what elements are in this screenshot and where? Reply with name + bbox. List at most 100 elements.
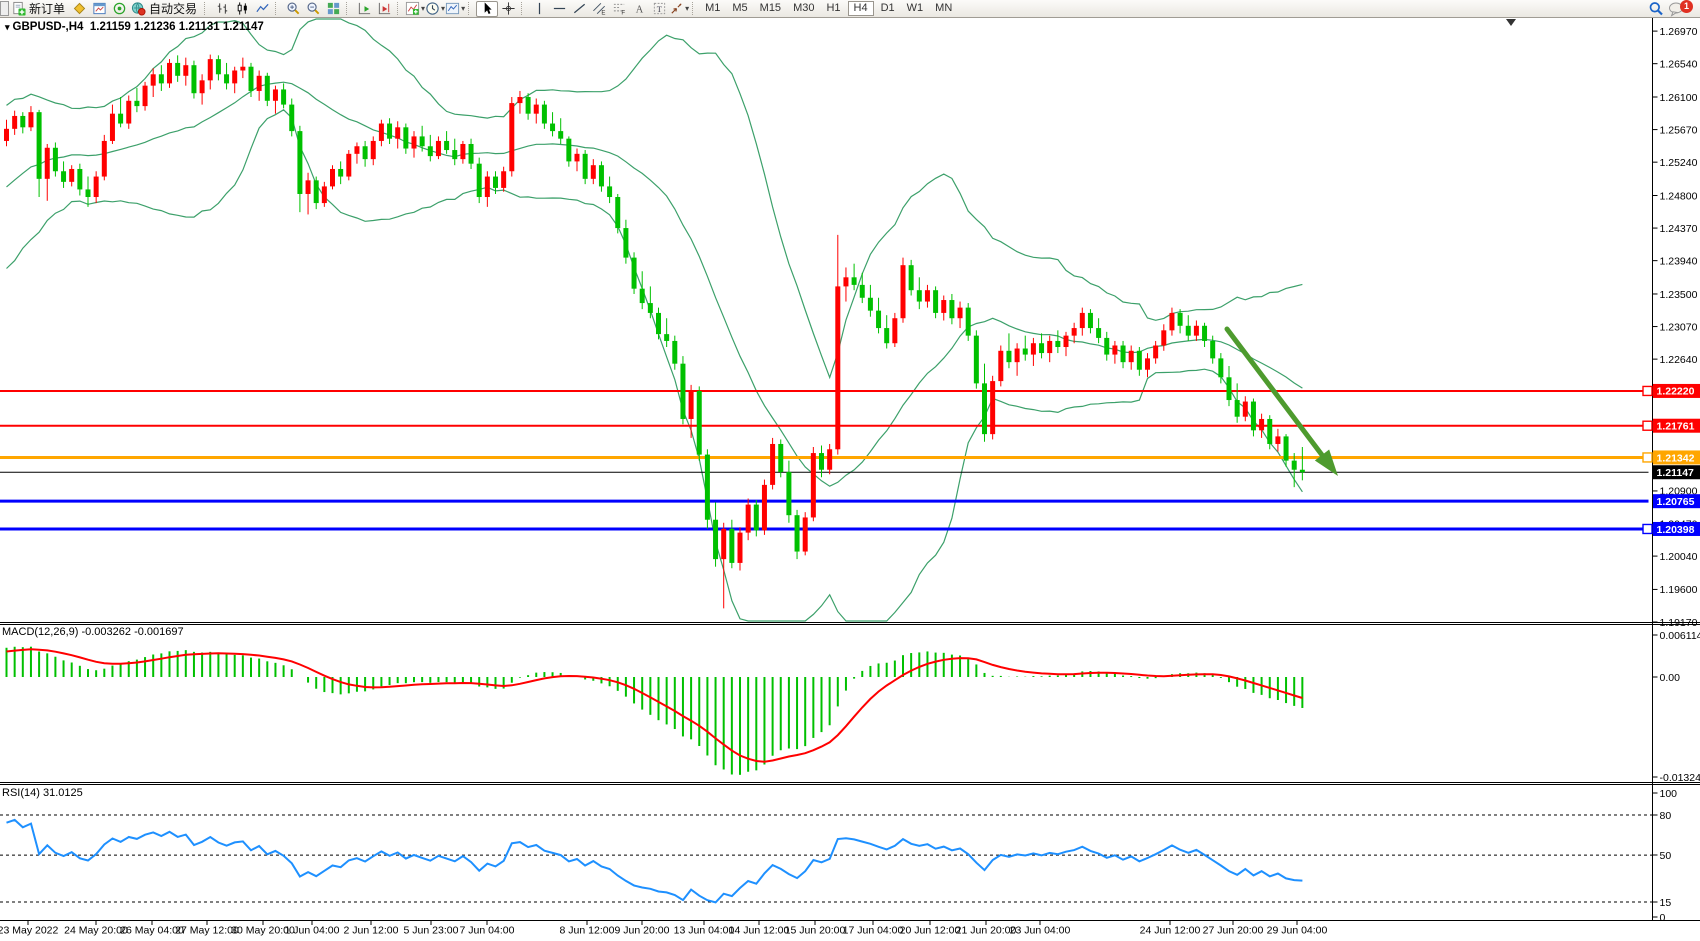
macd-axis-label: 0.006114 <box>1660 630 1700 642</box>
text-a-icon: A <box>632 1 647 16</box>
auto-trading-button[interactable]: 自动交易 <box>129 1 201 17</box>
dropdown-arrow-icon: ▾ <box>685 4 689 13</box>
crosshair-tool-button[interactable] <box>498 1 518 17</box>
auto-scroll-button[interactable] <box>354 1 374 17</box>
timeframe-w1-button[interactable]: W1 <box>902 2 929 15</box>
tile-windows-button[interactable] <box>323 1 343 17</box>
toolbar-separator <box>397 2 402 15</box>
level-price-label: 1.21342 <box>1657 452 1695 464</box>
price-tick-label: 1.19600 <box>1660 584 1698 596</box>
time-axis-label: 15 Jun 20:00 <box>785 925 846 937</box>
channel-icon: E <box>592 1 607 16</box>
level-marker-square[interactable] <box>1643 524 1652 533</box>
level-price-label: 1.21761 <box>1657 421 1695 433</box>
text-label-icon: T <box>652 1 667 16</box>
arrow-shaft[interactable] <box>1227 329 1322 455</box>
timeframe-d1-button[interactable]: D1 <box>876 2 900 15</box>
macd-signal-line <box>7 649 1303 761</box>
timeframe-h4-button[interactable]: H4 <box>848 1 874 16</box>
indicators-button[interactable]: ▾ <box>405 1 425 17</box>
bollinger-lower <box>7 110 1303 621</box>
cursor-icon <box>480 1 495 16</box>
horizontal-line-icon <box>552 1 567 16</box>
time-axis-label: 2 Jun 12:00 <box>344 925 399 937</box>
macd-panel: 0.006114 0.00 -0.013241 <box>7 630 1700 784</box>
alerts-button[interactable] <box>109 1 129 17</box>
macd-axis-label: 0.00 <box>1660 672 1681 684</box>
price-tick-label: 1.19170 <box>1660 617 1698 629</box>
search-button[interactable] <box>1646 1 1666 17</box>
new-order-button[interactable]: 新订单 <box>9 1 69 17</box>
auto-trading-label: 自动交易 <box>149 0 197 17</box>
timeframe-mn-button[interactable]: MN <box>930 2 957 15</box>
bar-chart-icon <box>215 1 230 16</box>
timeframe-m1-button[interactable]: M1 <box>700 2 725 15</box>
fibonacci-tool-button[interactable]: F <box>609 1 629 17</box>
channel-tool-button[interactable]: E <box>589 1 609 17</box>
timeframe-h1-button[interactable]: H1 <box>821 2 845 15</box>
rsi-indicator-label: RSI(14) 31.0125 <box>2 787 83 799</box>
templates-button[interactable]: ▾ <box>445 1 465 17</box>
price-axis: 1.269701.265401.261001.256701.252401.248… <box>1643 26 1700 629</box>
chart-canvas[interactable]: 1.269701.265401.261001.256701.252401.248… <box>0 0 1700 936</box>
shapes-tool-button[interactable]: ▾ <box>669 1 689 17</box>
notifications-button[interactable]: 1 <box>1666 1 1686 17</box>
diamond-icon <box>72 1 87 16</box>
candles-layer <box>4 55 1305 609</box>
macd-axis-label: -0.013241 <box>1660 772 1700 784</box>
time-axis-label: 7 Jun 04:00 <box>460 925 515 937</box>
timeframe-m30-button[interactable]: M30 <box>788 2 819 15</box>
vertical-line-tool-button[interactable] <box>529 1 549 17</box>
price-tick-label: 1.23500 <box>1660 289 1698 301</box>
bar-chart-button[interactable] <box>212 1 232 17</box>
price-tick-label: 1.22640 <box>1660 354 1698 366</box>
timeframe-m15-button[interactable]: M15 <box>755 2 786 15</box>
candlestick-chart-button[interactable] <box>232 1 252 17</box>
time-axis-label: 1 Jun 04:00 <box>285 925 340 937</box>
toolbar-separator <box>521 2 526 15</box>
panel-frames <box>0 18 1700 921</box>
zoom-out-button[interactable] <box>303 1 323 17</box>
svg-text:E: E <box>601 10 605 16</box>
horizontal-line-tool-button[interactable] <box>549 1 569 17</box>
time-axis-label: 20 Jun 12:00 <box>900 925 961 937</box>
time-axis-label: 23 May 2022 <box>0 925 59 937</box>
line-chart-button[interactable] <box>252 1 272 17</box>
timeframe-m5-button[interactable]: M5 <box>727 2 752 15</box>
price-tick-label: 1.24370 <box>1660 223 1698 235</box>
chart-window[interactable]: 1.269701.265401.261001.256701.252401.248… <box>0 0 1700 936</box>
svg-text:T: T <box>656 4 661 14</box>
cursor-tool-button[interactable] <box>476 1 498 17</box>
time-axis-label: 9 Jun 20:00 <box>615 925 670 937</box>
level-marker-square[interactable] <box>1643 421 1652 430</box>
chart-shift-marker[interactable] <box>1506 19 1516 26</box>
rsi-axis-label: 50 <box>1660 850 1672 862</box>
zoom-in-button[interactable] <box>283 1 303 17</box>
level-marker-square[interactable] <box>1643 453 1652 462</box>
time-axis-label: 13 Jun 04:00 <box>674 925 735 937</box>
price-tick-label: 1.20040 <box>1660 551 1698 563</box>
tile-windows-icon <box>326 1 341 16</box>
label-tool-button[interactable]: T <box>649 1 669 17</box>
signal-icon <box>112 1 127 16</box>
trendline-tool-button[interactable] <box>569 1 589 17</box>
periods-button[interactable]: ▾ <box>425 1 445 17</box>
time-axis-label: 14 Jun 12:00 <box>729 925 790 937</box>
line-chart-icon <box>255 1 270 16</box>
dropdown-arrow-icon: ▾ <box>461 4 465 13</box>
chart-window-icon <box>92 1 107 16</box>
toolbar-separator <box>275 2 280 15</box>
bollinger-bands <box>7 19 1303 621</box>
time-axis-label: 5 Jun 23:00 <box>404 925 459 937</box>
template-icon <box>445 1 460 16</box>
trendline-icon <box>572 1 587 16</box>
profiles-button[interactable] <box>89 1 109 17</box>
add-indicator-icon <box>405 1 420 16</box>
text-tool-button[interactable]: A <box>629 1 649 17</box>
level-marker-square[interactable] <box>1643 386 1652 395</box>
level-price-label: 1.22220 <box>1657 386 1695 398</box>
ohlc-values: 1.21159 1.21236 1.21131 1.21147 <box>90 21 264 33</box>
new-chart-button[interactable] <box>69 1 89 17</box>
chart-shift-button[interactable] <box>374 1 394 17</box>
symbol-name: GBPUSD-,H4 <box>13 21 84 33</box>
